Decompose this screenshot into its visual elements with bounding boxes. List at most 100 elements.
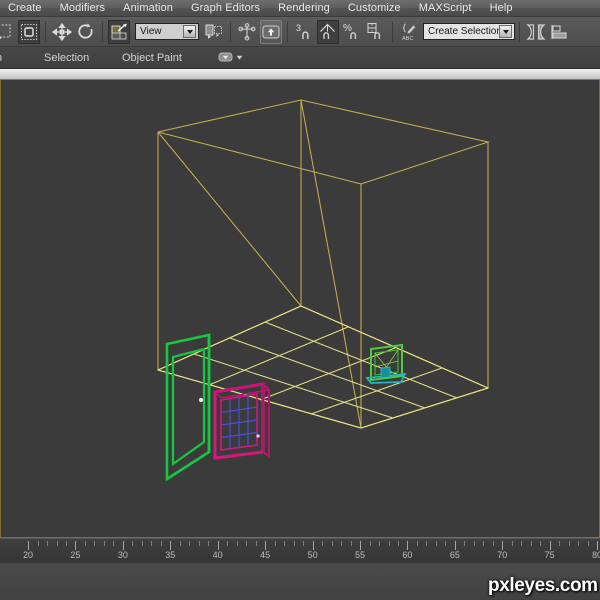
toolbar-separator	[45, 21, 46, 42]
percent-snap-toggle-icon[interactable]: %	[341, 20, 363, 44]
perspective-viewport[interactable]	[0, 80, 600, 538]
edit-named-selection-icon[interactable]: ABC	[398, 20, 420, 44]
ruler-minor-tick	[578, 541, 580, 546]
ribbon-tab-bar: n Selection Object Paint	[0, 47, 600, 69]
toolbar-separator	[519, 21, 520, 42]
mirror-icon[interactable]	[525, 20, 547, 44]
ruler-minor-tick	[284, 541, 286, 546]
svg-text:%: %	[343, 23, 352, 34]
ruler-minor-tick	[369, 541, 371, 546]
menu-item-rendering[interactable]: Rendering	[269, 0, 339, 17]
ribbon-label-selection[interactable]: Selection	[44, 52, 89, 64]
room-box[interactable]	[156, 99, 490, 429]
ruler-major-tick	[170, 541, 172, 550]
ruler-major-tick	[122, 541, 124, 550]
select-object-icon[interactable]	[0, 20, 16, 44]
toolbar-separator	[102, 21, 103, 42]
ruler-minor-tick	[94, 541, 96, 546]
object-paint-icon	[218, 52, 233, 62]
menu-item-graph-editors[interactable]: Graph Editors	[182, 0, 269, 17]
ruler-minor-tick	[246, 541, 248, 546]
ruler-minor-tick	[179, 541, 181, 546]
window[interactable]	[213, 381, 271, 460]
ruler-label: 55	[354, 550, 366, 560]
ruler-minor-tick	[379, 541, 380, 546]
menu-item-maxscript[interactable]: MAXScript	[410, 0, 481, 17]
spinner-snap-toggle-icon[interactable]	[365, 20, 387, 44]
ruler-major-tick	[265, 541, 267, 550]
ruler-minor-tick	[141, 541, 143, 546]
max-application-window: Create Modifiers Animation Graph Editors…	[0, 0, 600, 600]
menu-item-customize[interactable]: Customize	[339, 0, 410, 17]
main-toolbar: View 3 % ABC Create Selection	[0, 17, 600, 47]
select-and-scale-icon[interactable]	[108, 19, 130, 44]
ruler-label: 25	[70, 550, 81, 560]
svg-text:3: 3	[296, 23, 301, 33]
ruler-major-tick	[597, 541, 599, 550]
ruler-minor-tick	[113, 541, 115, 546]
angle-snap-toggle-icon[interactable]	[317, 19, 339, 44]
menu-item-modifiers[interactable]: Modifiers	[51, 0, 115, 17]
ruler-minor-tick	[492, 541, 494, 546]
ruler-minor-tick	[65, 541, 67, 546]
ruler-minor-tick	[473, 541, 475, 546]
viewport-scene	[156, 99, 490, 482]
ruler-minor-tick	[341, 541, 342, 546]
ruler-minor-tick	[426, 541, 428, 546]
align-icon[interactable]	[549, 20, 571, 44]
ruler-label: 70	[497, 550, 508, 560]
object-paint-dropdown[interactable]	[218, 51, 243, 63]
create-selection-set-value: Create Selection Se	[428, 26, 499, 37]
ruler-label: 80	[592, 550, 600, 560]
ribbon-label-partial[interactable]: n	[0, 52, 2, 64]
ruler-label: 40	[212, 550, 223, 560]
ruler-major-tick	[502, 541, 504, 550]
chevron-down-icon[interactable]	[236, 54, 243, 61]
ruler-label: 20	[22, 550, 34, 560]
menu-item-help[interactable]: Help	[481, 0, 522, 17]
select-and-move-icon[interactable]	[51, 20, 73, 44]
ruler-minor-tick	[84, 541, 86, 546]
snaps-toggle-icon[interactable]: 3	[293, 20, 315, 44]
ruler-minor-tick	[56, 541, 58, 546]
ruler-minor-tick	[350, 541, 352, 546]
ruler-minor-tick	[274, 541, 276, 546]
ruler-minor-tick	[416, 541, 418, 546]
ruler-major-tick	[549, 541, 551, 550]
ruler-minor-tick	[540, 541, 542, 546]
use-pivot-point-center-icon[interactable]	[203, 20, 225, 44]
menu-item-animation[interactable]: Animation	[114, 0, 182, 17]
create-selection-set-dropdown[interactable]: Create Selection Se	[423, 23, 515, 40]
ruler-minor-tick	[483, 541, 485, 546]
ruler-label: 45	[260, 550, 271, 560]
ruler-minor-tick	[208, 541, 210, 546]
chevron-down-icon[interactable]	[499, 25, 512, 38]
ruler-minor-tick	[227, 541, 229, 546]
ruler-minor-tick	[37, 541, 39, 546]
wall-object[interactable]	[365, 343, 407, 384]
select-by-name-icon[interactable]	[18, 19, 40, 44]
select-and-link-icon[interactable]	[260, 19, 282, 44]
viewport-top-strip	[0, 69, 600, 80]
ruler-minor-tick	[530, 541, 532, 546]
select-and-rotate-icon[interactable]	[75, 20, 97, 44]
svg-text:ABC: ABC	[402, 36, 413, 42]
ruler-minor-tick	[388, 541, 390, 546]
time-ruler[interactable]: 20 25 30 35 40 45 50 55 60 65 70 75 80	[0, 538, 600, 563]
ruler-minor-tick	[322, 541, 324, 546]
toolbar-separator	[287, 21, 288, 42]
ruler-minor-tick	[160, 541, 162, 546]
reference-coord-system-value: View	[140, 26, 162, 37]
reference-coord-system-dropdown[interactable]: View	[135, 23, 199, 40]
menu-item-create[interactable]: Create	[0, 0, 51, 17]
select-and-manipulate-icon[interactable]	[236, 20, 258, 44]
ruler-minor-tick	[587, 541, 589, 546]
ruler-minor-tick	[293, 541, 295, 546]
window-handle	[256, 434, 260, 438]
ruler-label: 50	[307, 550, 318, 560]
ribbon-label-object-paint[interactable]: Object Paint	[122, 52, 182, 64]
ruler-minor-tick	[103, 541, 105, 546]
door-handle	[198, 397, 204, 403]
ruler-minor-tick	[559, 541, 561, 546]
chevron-down-icon[interactable]	[183, 25, 196, 38]
